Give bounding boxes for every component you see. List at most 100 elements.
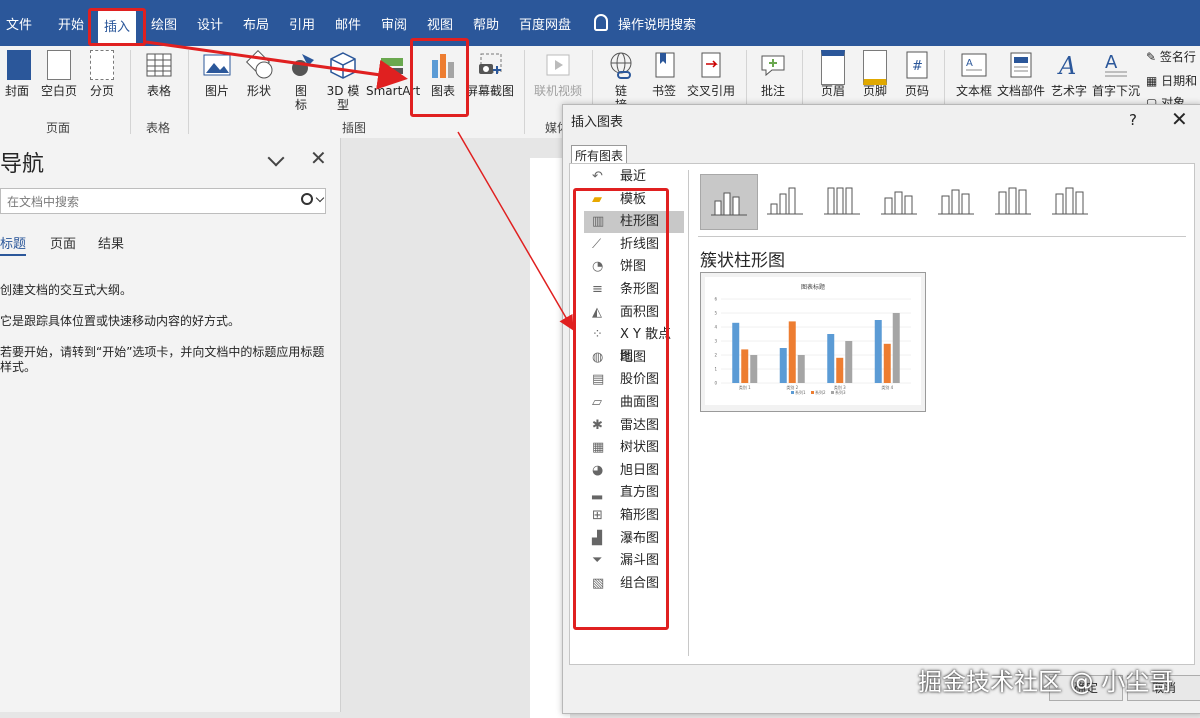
chart-subtype-icon[interactable] bbox=[814, 174, 870, 228]
date-time-button[interactable]: ▦ 日期和 bbox=[1146, 72, 1197, 89]
shapes-button[interactable]: 形状 bbox=[244, 49, 274, 98]
legend-swatch bbox=[831, 391, 834, 394]
quick-parts-button[interactable]: 文档部件 bbox=[996, 50, 1046, 98]
page-number-label: 页码 bbox=[904, 84, 929, 98]
search-icon[interactable] bbox=[301, 193, 313, 205]
tab-help[interactable]: 帮助 bbox=[473, 0, 499, 46]
chevron-down-icon[interactable] bbox=[315, 193, 325, 203]
bar bbox=[836, 357, 844, 383]
page-number-icon: # bbox=[902, 50, 932, 80]
ribbon-separator bbox=[524, 50, 525, 134]
bar bbox=[741, 349, 749, 383]
tab-mailings[interactable]: 邮件 bbox=[335, 0, 361, 46]
svg-text:#: # bbox=[912, 59, 923, 74]
video-icon bbox=[543, 50, 573, 80]
table-label: 表格 bbox=[146, 84, 171, 98]
chart-subtype-icon[interactable] bbox=[871, 174, 927, 228]
chart-subtype-icon[interactable] bbox=[1042, 174, 1098, 228]
close-icon[interactable]: ✕ bbox=[1171, 107, 1188, 131]
nav-search-placeholder: 在文档中搜索 bbox=[7, 195, 80, 209]
bar bbox=[732, 322, 740, 383]
tab-baidu-netdisk[interactable]: 百度网盘 bbox=[519, 0, 571, 46]
group-label-illustrations: 插图 bbox=[342, 121, 367, 135]
footer-button[interactable]: 页脚 bbox=[860, 50, 890, 98]
tab-review[interactable]: 审阅 bbox=[381, 0, 407, 46]
preview-chart-svg: 图表标题0123456类别 1 类别 2 类别 3 类别 4系列1 系列2 系列3 bbox=[714, 283, 911, 395]
page-break-button[interactable]: 分页 bbox=[86, 50, 118, 98]
ribbon-separator bbox=[188, 50, 189, 134]
chevron-down-icon[interactable] bbox=[267, 149, 285, 167]
tab-layout[interactable]: 布局 bbox=[243, 0, 269, 46]
table-button[interactable]: 表格 bbox=[142, 50, 176, 98]
y-tick-label: 4 bbox=[714, 325, 717, 330]
comment-icon bbox=[758, 50, 788, 80]
tab-references[interactable]: 引用 bbox=[289, 0, 315, 46]
navigation-pane: 导航 ✕ 在文档中搜索 标题 页面 结果 创建文档的交互式大纲。 它是跟踪具体位… bbox=[0, 138, 341, 712]
screenshot-label: 屏幕截图 bbox=[465, 84, 514, 98]
divider bbox=[698, 236, 1186, 237]
signature-line-button[interactable]: ✎ 签名行 bbox=[1146, 48, 1196, 65]
nav-tab-results[interactable]: 结果 bbox=[98, 233, 124, 252]
nav-help-text-3: 若要开始，请转到“开始”选项卡，并向文档中的标题应用标题 bbox=[0, 345, 325, 359]
wordart-button[interactable]: A 艺术字 bbox=[1050, 50, 1088, 98]
icons-label: 图 bbox=[294, 84, 307, 98]
nav-tab-headings[interactable]: 标题 bbox=[0, 233, 27, 256]
legend-label: 系列3 bbox=[835, 389, 846, 395]
drop-cap-button[interactable]: A 首字下沉 bbox=[1090, 50, 1142, 98]
nav-help-text-1: 创建文档的交互式大纲。 bbox=[0, 283, 133, 297]
cover-page-icon bbox=[4, 50, 34, 80]
svg-text:A: A bbox=[966, 58, 973, 69]
chart-type-label: 最近 bbox=[620, 169, 647, 184]
preview-chart-title: 图表标题 bbox=[801, 283, 825, 291]
signature-icon: ✎ bbox=[1146, 50, 1160, 64]
group-label-pages: 页面 bbox=[46, 121, 71, 135]
tab-file[interactable]: 文件 bbox=[6, 0, 32, 46]
chart-type-item[interactable]: ↶ 最近 bbox=[584, 166, 684, 188]
tab-design[interactable]: 设计 bbox=[197, 0, 223, 46]
date-time-label: 日期和 bbox=[1161, 74, 1198, 88]
ribbon-separator bbox=[130, 50, 131, 134]
link-button[interactable]: 链 接 bbox=[604, 50, 638, 112]
help-icon[interactable]: ? bbox=[1129, 111, 1137, 129]
nav-tab-pages[interactable]: 页面 bbox=[50, 233, 76, 252]
nav-search-input[interactable]: 在文档中搜索 bbox=[0, 188, 326, 214]
screenshot-button[interactable]: 屏幕截图 bbox=[464, 50, 516, 98]
chart-subtype-icon[interactable] bbox=[700, 174, 758, 230]
chart-subtype-icon[interactable] bbox=[985, 174, 1041, 228]
header-button[interactable]: 页眉 bbox=[818, 50, 848, 98]
chart-subtype-icon[interactable] bbox=[928, 174, 984, 228]
svg-text:A: A bbox=[1057, 52, 1076, 80]
page-number-button[interactable]: # 页码 bbox=[902, 50, 932, 98]
header-icon bbox=[818, 50, 848, 85]
comment-button[interactable]: 批注 bbox=[758, 50, 788, 98]
online-video-label: 联机视频 bbox=[533, 84, 582, 98]
blank-page-button[interactable]: 空白页 bbox=[38, 50, 80, 98]
y-tick-label: 2 bbox=[714, 353, 717, 358]
tab-home[interactable]: 开始 bbox=[58, 0, 84, 46]
icons-button[interactable]: 图 标 bbox=[288, 50, 314, 112]
bookmark-button[interactable]: 书签 bbox=[650, 50, 678, 98]
y-tick-label: 5 bbox=[714, 311, 717, 316]
icons-icon bbox=[288, 50, 318, 80]
cross-reference-button[interactable]: 交叉引用 bbox=[684, 50, 738, 98]
tab-draw[interactable]: 绘图 bbox=[151, 0, 177, 46]
quick-parts-label: 文档部件 bbox=[996, 84, 1045, 98]
pictures-label: 图片 bbox=[204, 84, 229, 98]
legend-label: 系列2 bbox=[815, 389, 826, 395]
header-label: 页眉 bbox=[820, 84, 845, 98]
bar bbox=[874, 320, 882, 383]
chart-preview[interactable]: 图表标题 0 1 2 3 4 5 6 类别 1 类别 2 类别 3 类别 4 系列1 系列2 系列3 bbox=[700, 272, 926, 412]
3d-models-label: 3D 模 bbox=[326, 84, 360, 98]
group-label-tables: 表格 bbox=[146, 121, 171, 135]
close-icon[interactable]: ✕ bbox=[310, 146, 327, 170]
nav-help-text-2: 它是跟踪具体位置或快速移动内容的好方式。 bbox=[0, 314, 241, 328]
chart-subtype-icon[interactable] bbox=[757, 174, 813, 228]
cover-page-button[interactable]: 封面 bbox=[4, 50, 31, 98]
online-video-button[interactable]: 联机视频 bbox=[532, 50, 584, 98]
text-box-button[interactable]: A 文本框 bbox=[954, 50, 994, 98]
tell-me-search[interactable]: 操作说明搜索 bbox=[594, 0, 696, 46]
pictures-button[interactable]: 图片 bbox=[202, 50, 232, 98]
cube-icon bbox=[328, 50, 358, 80]
3d-models-button[interactable]: 3D 模 型 bbox=[326, 50, 360, 112]
bar bbox=[827, 334, 835, 383]
